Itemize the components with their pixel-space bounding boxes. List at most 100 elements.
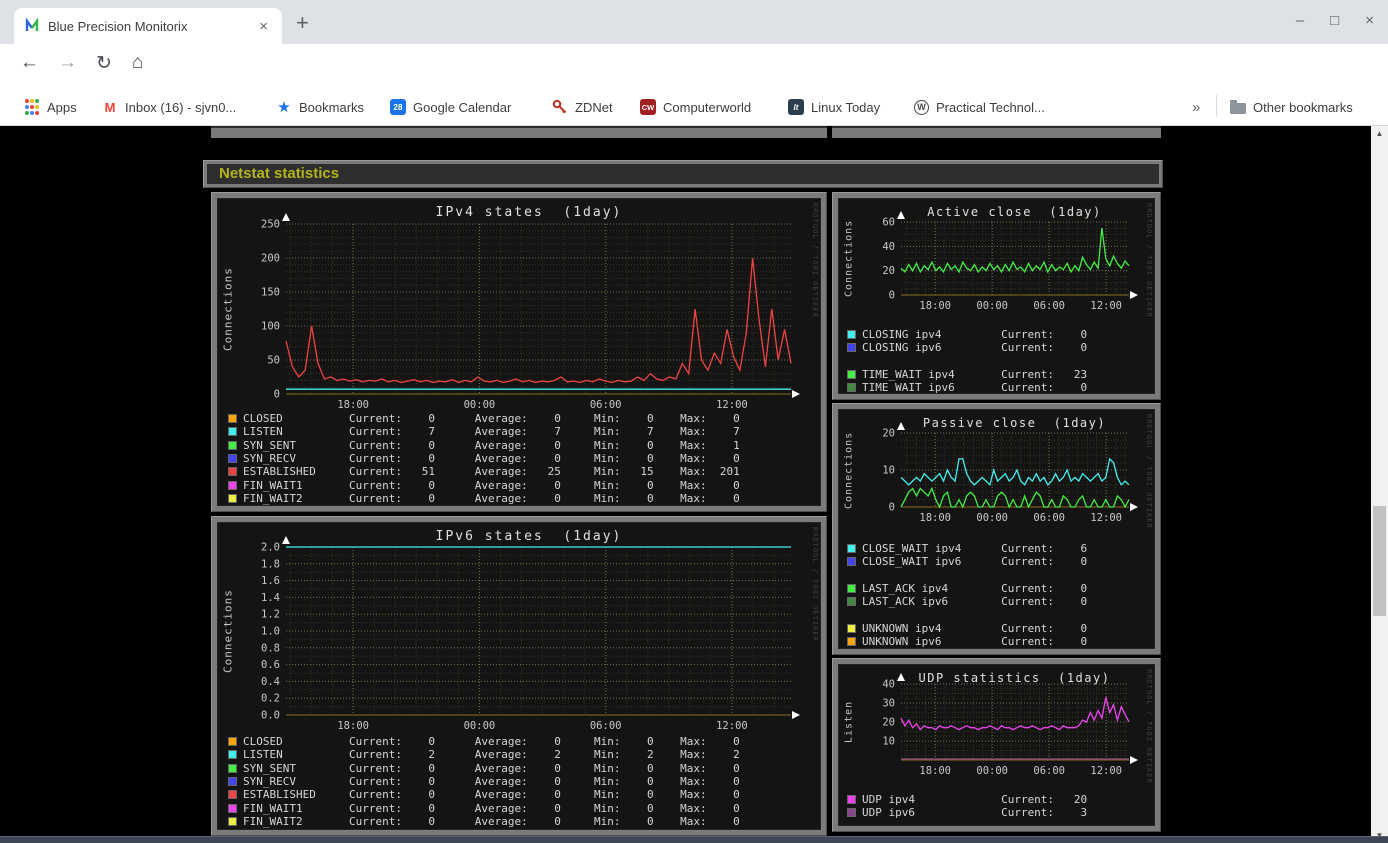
legend-swatch: [228, 816, 237, 826]
udp-statistics-frame: UDP statistics (1day) Listen 10 20 30 40 18:…: [832, 658, 1161, 832]
bookmark-label: Other bookmarks: [1253, 99, 1353, 115]
legend-text: FIN_WAIT2 Current: 0 Average: 0 Min: 0 M…: [243, 814, 740, 828]
vertical-scrollbar[interactable]: ▲ ▼: [1371, 126, 1388, 843]
legend-swatch: [847, 557, 856, 567]
bookmark-apps[interactable]: Apps: [24, 96, 77, 118]
window-bottom-edge: [0, 836, 1388, 843]
legend-text: FIN_WAIT1 Current: 0 Average: 0 Min: 0 M…: [243, 801, 740, 815]
bookmarks-divider: [1216, 95, 1217, 117]
bookmark-other-bookmarks[interactable]: Other bookmarks: [1230, 96, 1353, 118]
tab-close-icon[interactable]: ×: [255, 18, 272, 35]
svg-text:250: 250: [261, 219, 280, 231]
legend-row: SYN_RECV Current: 0 Average: 0 Min: 0 Ma…: [228, 452, 740, 465]
svg-text:00:00: 00:00: [464, 720, 496, 732]
ipv6-states-graph[interactable]: IPv6 states (1day) Connections 0.0 0.2 0.4…: [217, 522, 821, 830]
legend-swatch: [847, 343, 856, 353]
svg-text:12:00: 12:00: [1090, 512, 1122, 524]
legend-swatch: [847, 637, 856, 647]
section-title: Netstat statistics: [207, 164, 1159, 184]
bookmarks-overflow-chevron[interactable]: »: [1192, 96, 1200, 118]
monitorix-page: Netstat statistics IPv4 states (1day) Co…: [0, 126, 1388, 843]
passive-close-legend: CLOSE_WAIT ipv4 Current: 6 CLOSE_WAIT ipv…: [847, 542, 1087, 648]
legend-swatch: [228, 467, 237, 477]
ipv4-states-legend: CLOSED Current: 0 Average: 0 Min: 0 Max:…: [228, 412, 740, 505]
svg-text:1.2: 1.2: [261, 609, 280, 621]
svg-text:12:00: 12:00: [1090, 765, 1122, 777]
svg-text:60: 60: [882, 217, 895, 229]
legend-text: SYN_SENT Current: 0 Average: 0 Min: 0 Ma…: [243, 761, 740, 775]
legend-swatch: [228, 414, 237, 424]
legend-row: LAST_ACK ipv6 Current: 0: [847, 595, 1087, 608]
window-minimize-button[interactable]: –: [1296, 12, 1304, 29]
legend-row: LAST_ACK ipv4 Current: 0: [847, 582, 1087, 595]
svg-text:00:00: 00:00: [976, 512, 1008, 524]
new-tab-button[interactable]: +: [296, 10, 309, 36]
svg-text:1.8: 1.8: [261, 558, 280, 570]
bookmark-google-calendar[interactable]: 28 Google Calendar: [390, 96, 511, 118]
legend-row: LISTEN Current: 7 Average: 7 Min: 7 Max:…: [228, 425, 740, 438]
legend-row: FIN_WAIT2 Current: 0 Average: 0 Min: 0 M…: [228, 815, 740, 828]
legend-row: CLOSED Current: 0 Average: 0 Min: 0 Max:…: [228, 735, 740, 748]
legend-row: ESTABLISHED Current: 0 Average: 0 Min: 0…: [228, 788, 740, 801]
legend-swatch: [847, 330, 856, 340]
active-close-graph[interactable]: Active close (1day) Connections 0 20 40 60 1…: [838, 198, 1155, 394]
previous-section-fragment-left: [211, 126, 827, 138]
bookmark-label: Practical Technol...: [936, 99, 1045, 115]
bookmark-zdnet[interactable]: ZDNet: [552, 96, 613, 118]
bookmark-linux-today[interactable]: lt Linux Today: [788, 96, 880, 118]
passive-close-frame: Passive close (1day) Connections 0 10 20 18…: [832, 403, 1161, 655]
legend-row: FIN_WAIT1 Current: 0 Average: 0 Min: 0 M…: [228, 478, 740, 492]
legend-text: FIN_WAIT2 Current: 0 Average: 0 Min: 0 M…: [243, 491, 740, 505]
folder-icon: [1230, 100, 1246, 114]
legend-swatch: [228, 480, 237, 490]
legend-row: UNKNOWN ipv4 Current: 0: [847, 622, 1087, 635]
legend-text: UNKNOWN ipv6 Current: 0: [862, 635, 1088, 649]
legend-text: LAST_ACK ipv4 Current: 0: [862, 582, 1088, 596]
legend-row: FIN_WAIT2 Current: 0 Average: 0 Min: 0 M…: [228, 492, 740, 505]
netstat-section-header: Netstat statistics: [203, 160, 1163, 188]
bookmark-bookmarks[interactable]: ★ Bookmarks: [276, 96, 364, 118]
svg-text:20: 20: [882, 428, 895, 440]
forward-button[interactable]: →: [58, 52, 77, 74]
legend-swatch: [847, 795, 856, 805]
legend-row: ESTABLISHED Current: 51 Average: 25 Min:…: [228, 465, 740, 478]
ipv6-states-frame: IPv6 states (1day) Connections 0.0 0.2 0.4…: [211, 516, 827, 836]
svg-text:10: 10: [882, 736, 895, 748]
svg-text:40: 40: [882, 679, 895, 691]
window-close-button[interactable]: ×: [1365, 12, 1374, 29]
bookmark-practical-technology[interactable]: W Practical Technol...: [914, 96, 1045, 118]
scroll-up-arrow[interactable]: ▲: [1371, 126, 1388, 141]
back-button[interactable]: ←: [20, 52, 39, 74]
legend-swatch: [228, 777, 237, 787]
svg-text:12:00: 12:00: [716, 399, 748, 411]
reload-button[interactable]: ↻: [96, 52, 112, 75]
legend-row: CLOSE_WAIT ipv4 Current: 6: [847, 542, 1087, 555]
svg-text:30: 30: [882, 698, 895, 710]
udp-statistics-graph[interactable]: UDP statistics (1day) Listen 10 20 30 40 18:…: [838, 664, 1155, 826]
svg-text:0.2: 0.2: [261, 693, 280, 705]
legend-text: FIN_WAIT1 Current: 0 Average: 0 Min: 0 M…: [243, 478, 740, 492]
legend-row: FIN_WAIT1 Current: 0 Average: 0 Min: 0 M…: [228, 801, 740, 815]
browser-tab[interactable]: Blue Precision Monitorix ×: [14, 8, 282, 44]
home-button[interactable]: ⌂: [132, 52, 143, 74]
legend-row: UDP ipv4 Current: 20: [847, 793, 1087, 806]
bookmark-inbox[interactable]: M Inbox (16) - sjvn0...: [102, 96, 237, 118]
legend-text: ESTABLISHED Current: 51 Average: 25 Min:…: [243, 465, 740, 479]
svg-text:18:00: 18:00: [919, 300, 951, 312]
passive-close-graph[interactable]: Passive close (1day) Connections 0 10 20 18…: [838, 409, 1155, 649]
legend-row: TIME_WAIT ipv4 Current: 23: [847, 368, 1087, 381]
tab-title: Blue Precision Monitorix: [48, 18, 188, 34]
svg-text:0.6: 0.6: [261, 659, 280, 671]
legend-swatch: [847, 370, 856, 380]
rrdtool-watermark: RRDTOOL / TOBI OETIKER: [1145, 414, 1153, 529]
gmail-m-icon: M: [104, 99, 116, 115]
legend-text: ESTABLISHED Current: 0 Average: 0 Min: 0…: [243, 788, 740, 802]
svg-text:12:00: 12:00: [1090, 300, 1122, 312]
window-maximize-button[interactable]: □: [1330, 12, 1339, 29]
bookmarks-bar: Apps M Inbox (16) - sjvn0... ★ Bookmarks…: [0, 88, 1388, 126]
browser-window: Blue Precision Monitorix × + – □ × ← → ↻…: [0, 0, 1388, 843]
rrdtool-watermark: RRDTOOL / TOBI OETIKER: [811, 203, 819, 318]
bookmark-computerworld[interactable]: CW Computerworld: [640, 96, 751, 118]
scrollbar-thumb[interactable]: [1373, 506, 1386, 616]
ipv4-states-graph[interactable]: IPv4 states (1day) Connections 0 50 100 150…: [217, 198, 821, 506]
